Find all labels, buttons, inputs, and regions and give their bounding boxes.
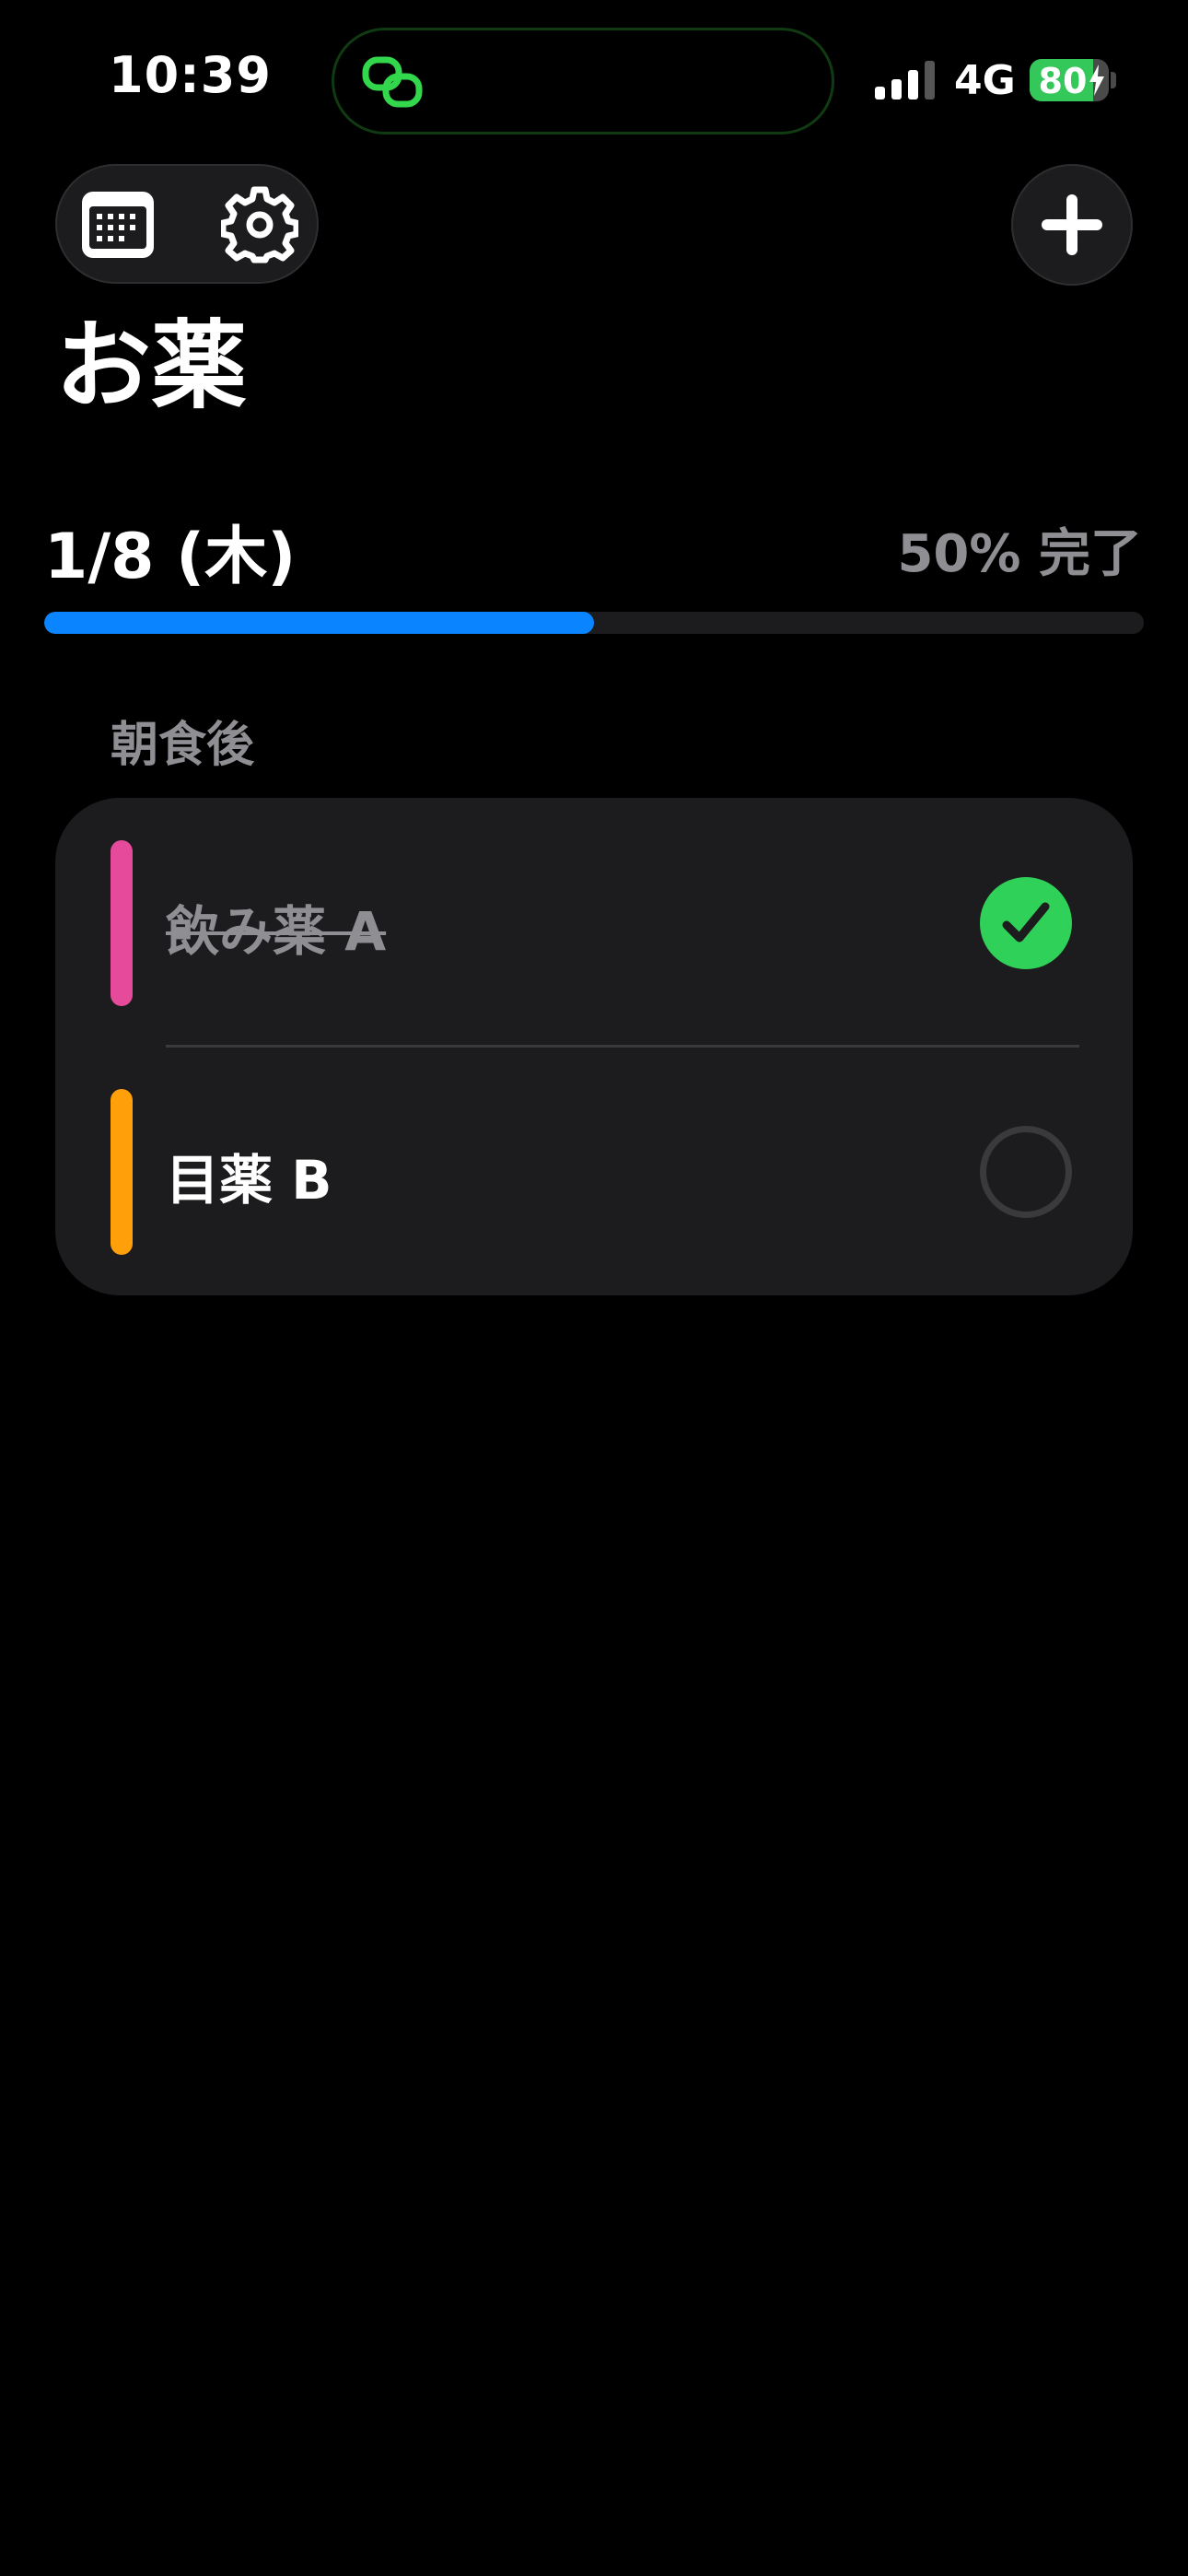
- page-title: お薬: [55, 310, 248, 422]
- battery-cap: [1111, 72, 1116, 88]
- toolbar-group: [55, 164, 319, 284]
- progress-text: 50% 完了: [897, 524, 1142, 584]
- battery-icon: 80: [1030, 59, 1109, 101]
- medicine-list: 飲み薬 A 目薬 B: [55, 798, 1133, 1295]
- list-item[interactable]: 飲み薬 A: [55, 798, 1133, 1048]
- medicine-name: 飲み薬 A: [166, 900, 387, 963]
- calendar-button[interactable]: [77, 184, 158, 265]
- link-icon: [362, 56, 423, 108]
- calendar-icon: [82, 192, 154, 258]
- dynamic-island[interactable]: [332, 28, 834, 135]
- date-label: 1/8 (木): [44, 521, 297, 593]
- gear-icon: [221, 186, 298, 263]
- list-item[interactable]: 目薬 B: [55, 1047, 1133, 1295]
- untaken-checkbox[interactable]: [980, 1126, 1072, 1218]
- battery-percent: 80: [1038, 61, 1088, 101]
- section-label: 朝食後: [111, 718, 255, 773]
- settings-button[interactable]: [219, 184, 300, 265]
- checkmark-icon: [1002, 902, 1050, 943]
- taken-checkbox[interactable]: [980, 877, 1072, 969]
- color-indicator: [111, 1089, 133, 1255]
- plus-icon: [1042, 194, 1102, 255]
- network-type: 4G: [954, 57, 1016, 104]
- progress-fill: [44, 612, 594, 634]
- status-time: 10:39: [109, 46, 272, 104]
- progress-bar: [44, 612, 1144, 634]
- charging-bolt-icon: [1089, 64, 1104, 96]
- medicine-name: 目薬 B: [166, 1149, 332, 1212]
- cellular-signal-icon: [875, 61, 935, 100]
- add-medicine-button[interactable]: [1011, 164, 1133, 286]
- color-indicator: [111, 840, 133, 1006]
